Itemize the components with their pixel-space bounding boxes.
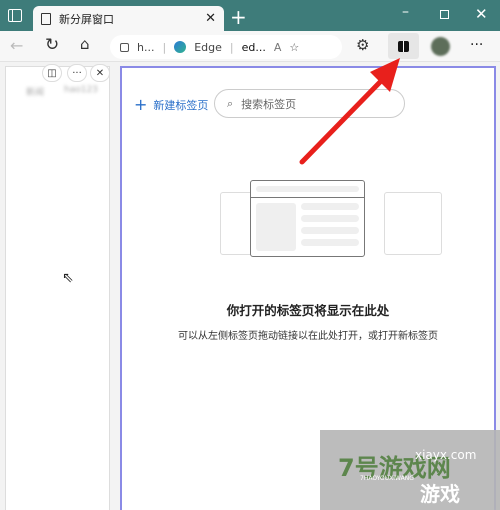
watermark-url: xiayx.com bbox=[415, 448, 477, 462]
watermark-pinyin: 7HAOYOUXIWANG bbox=[360, 475, 414, 482]
watermark: 7号游戏网 xiayx.com 7HAOYOUXIWANG 游戏 bbox=[320, 430, 500, 510]
watermark-sub: 游戏 bbox=[420, 482, 460, 506]
